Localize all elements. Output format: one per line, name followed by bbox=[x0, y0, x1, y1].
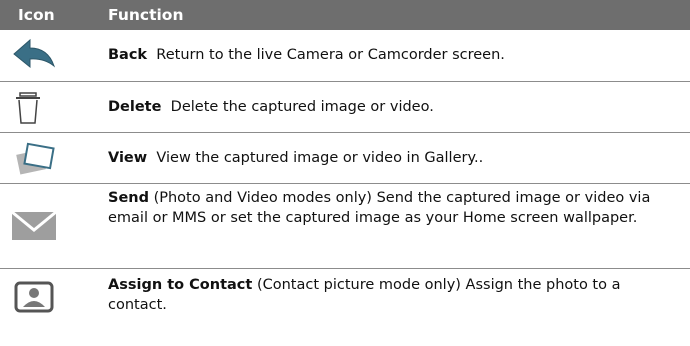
function-name: Send bbox=[108, 190, 149, 206]
table-row: Back Return to the live Camera or Camcor… bbox=[0, 30, 690, 82]
function-description: View the captured image or video in Gall… bbox=[156, 150, 484, 166]
row-text: Back Return to the live Camera or Camcor… bbox=[108, 45, 668, 65]
back-arrow-icon bbox=[10, 36, 58, 76]
trash-icon bbox=[10, 87, 58, 127]
photos-icon bbox=[10, 138, 58, 178]
header-icon-label: Icon bbox=[18, 6, 55, 24]
function-name: View bbox=[108, 150, 148, 166]
function-description: Delete the captured image or video. bbox=[170, 99, 434, 115]
row-text: Assign to Contact (Contact picture mode … bbox=[108, 275, 668, 315]
table-row: View View the captured image or video in… bbox=[0, 133, 690, 184]
header-function-label: Function bbox=[108, 6, 184, 24]
table-row: Assign to Contact (Contact picture mode … bbox=[0, 269, 690, 343]
function-name: Assign to Contact bbox=[108, 277, 253, 293]
function-description: Return to the live Camera or Camcorder s… bbox=[156, 47, 505, 63]
function-name: Back bbox=[108, 47, 148, 63]
table-row: Send (Photo and Video modes only) Send t… bbox=[0, 184, 690, 269]
row-text: Send (Photo and Video modes only) Send t… bbox=[108, 188, 668, 228]
envelope-icon bbox=[10, 206, 58, 246]
table-header: Icon Function bbox=[0, 0, 690, 30]
row-text: View View the captured image or video in… bbox=[108, 148, 668, 168]
function-name: Delete bbox=[108, 99, 162, 115]
function-description: (Photo and Video modes only) Send the ca… bbox=[108, 190, 651, 226]
table-row: Delete Delete the captured image or vide… bbox=[0, 82, 690, 133]
row-text: Delete Delete the captured image or vide… bbox=[108, 97, 668, 117]
contact-icon bbox=[10, 277, 58, 317]
